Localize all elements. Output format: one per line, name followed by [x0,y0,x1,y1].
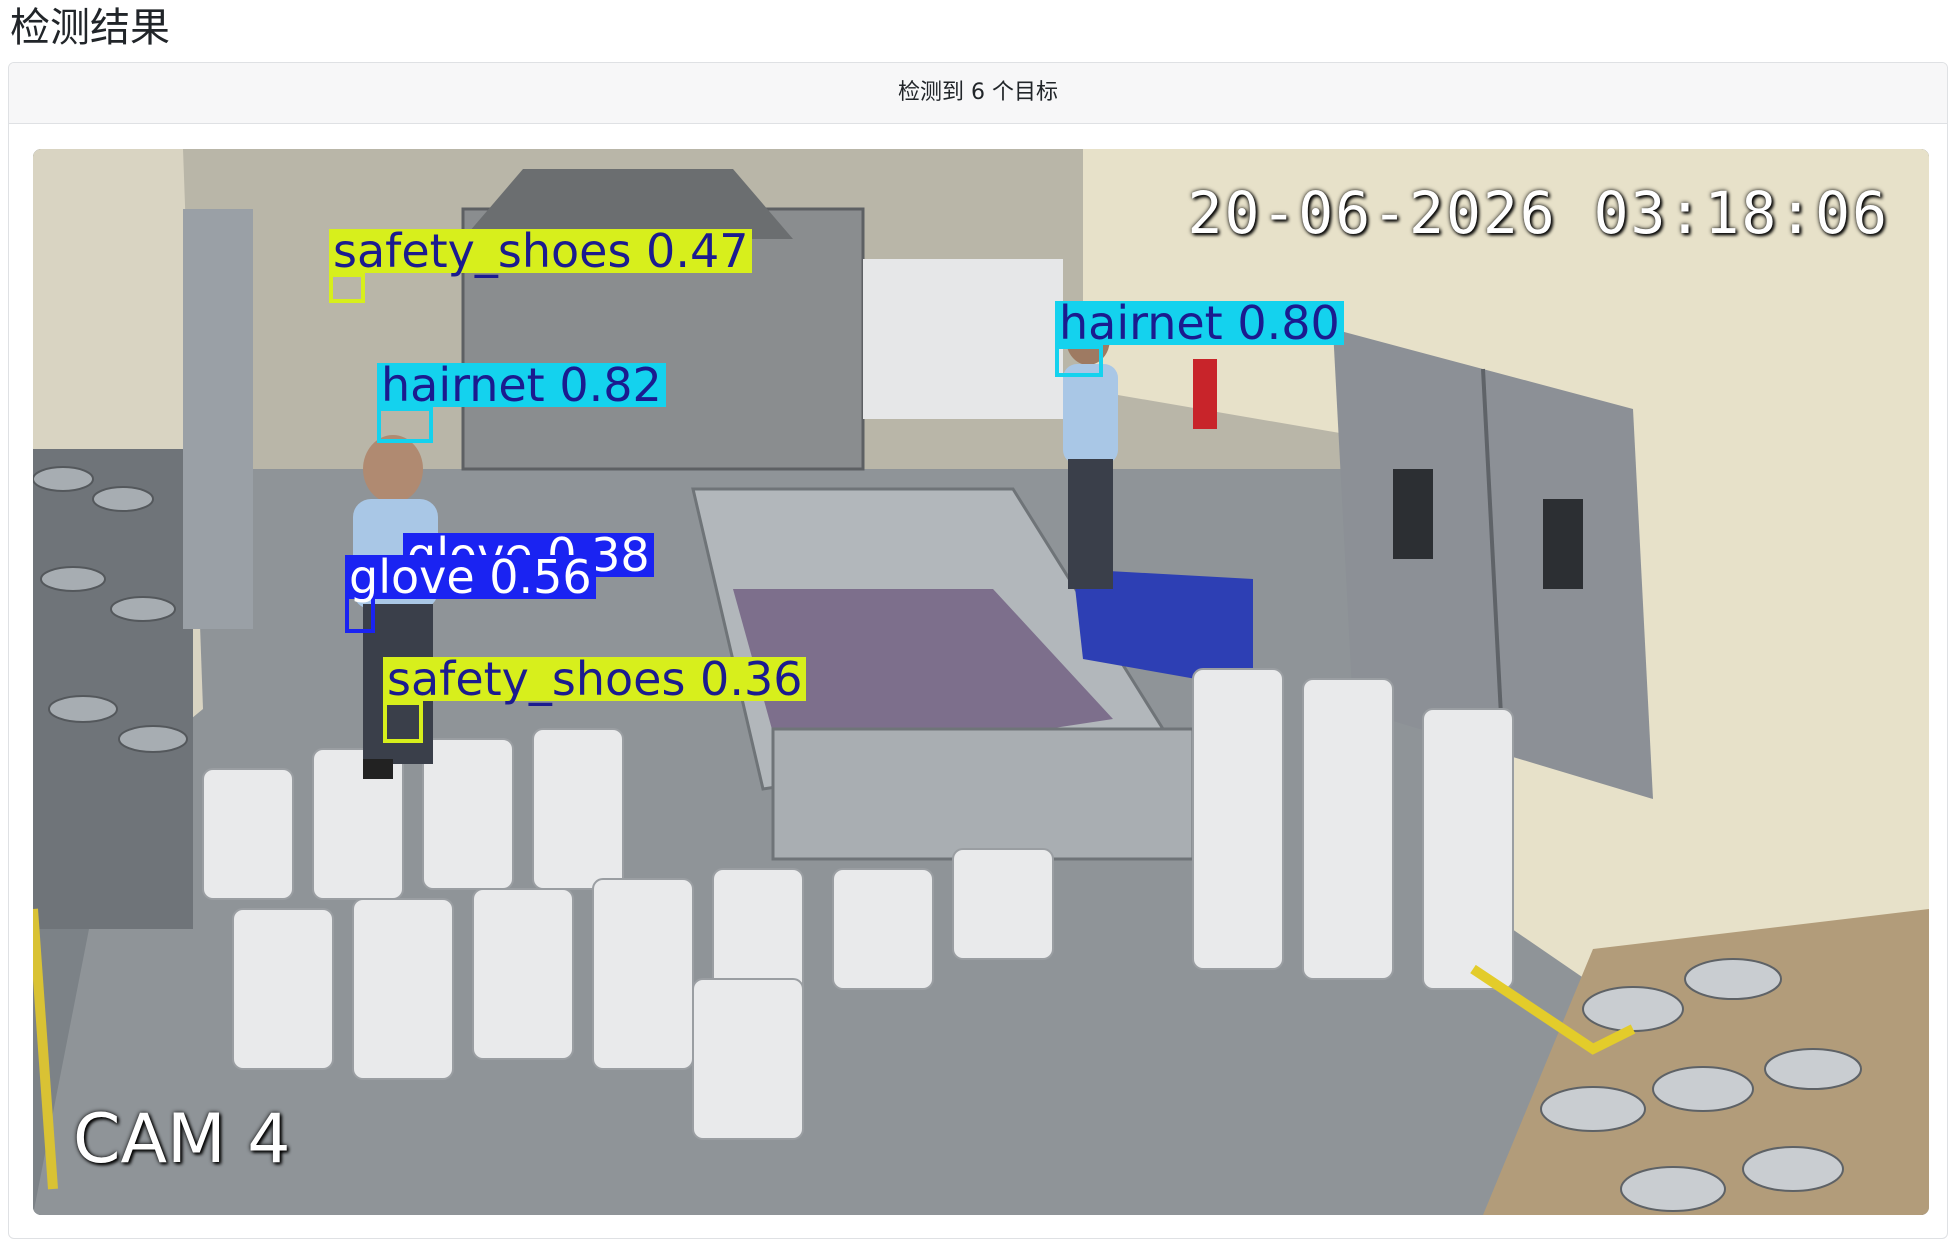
detection-image: safety_shoes 0.47 hairnet 0.82 hairnet 0… [33,149,1929,1215]
camera-timestamp: 20-06-2026 03:18:06 [1187,179,1889,247]
detection-label-hairnet: hairnet 0.82 [377,362,666,408]
result-card: 检测到 6 个目标 safety_shoes 0.47 hairnet 0.82… [8,62,1948,1239]
detection-label-hairnet: hairnet 0.80 [1055,300,1344,346]
detection-label-safety-shoes: safety_shoes 0.47 [329,228,753,274]
detection-box-hairnet [377,407,433,443]
detection-box-safety-shoes [383,701,423,743]
factory-scene [33,149,1929,1215]
page-title: 检测结果 [10,5,170,51]
detection-summary: 检测到 6 个目标 [9,63,1947,124]
camera-label: CAM 4 [73,1100,291,1179]
detection-label-glove: glove 0.56 [345,554,596,600]
detection-label-safety-shoes: safety_shoes 0.36 [383,656,807,702]
